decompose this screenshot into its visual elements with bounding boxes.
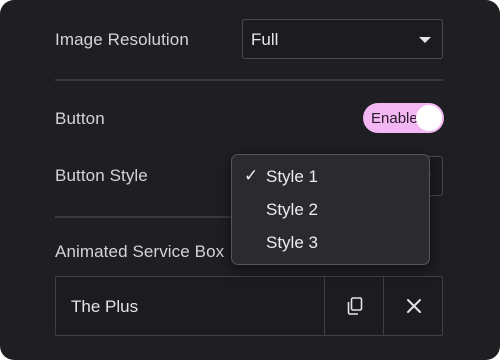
- close-icon: [407, 299, 421, 313]
- repeater-item-title: The Plus: [71, 297, 139, 316]
- button-style-dropdown: ✓ Style 1 Style 2 Style 3: [231, 154, 430, 265]
- option-label: Style 1: [266, 167, 318, 186]
- button-label: Button: [55, 109, 105, 128]
- section-divider: [55, 79, 443, 81]
- dropdown-option-style-3[interactable]: Style 3: [232, 227, 429, 257]
- option-label: Style 2: [266, 200, 318, 219]
- remove-button[interactable]: [383, 277, 443, 335]
- button-enable-toggle[interactable]: Enable: [363, 103, 444, 133]
- toggle-knob: [416, 105, 442, 131]
- image-resolution-value: Full: [251, 30, 279, 49]
- toggle-text: Enable: [371, 110, 418, 127]
- image-resolution-select[interactable]: Full: [242, 19, 443, 59]
- dropdown-option-style-2[interactable]: Style 2: [232, 194, 429, 224]
- copy-icon: [347, 297, 363, 315]
- option-label: Style 3: [266, 233, 318, 252]
- checkmark-icon: ✓: [244, 166, 259, 185]
- repeater-item[interactable]: The Plus: [55, 276, 443, 336]
- caret-down-icon: [419, 37, 431, 43]
- duplicate-button[interactable]: [324, 277, 384, 335]
- section-divider: [55, 216, 231, 218]
- animated-service-box-label: Animated Service Box: [55, 242, 225, 261]
- image-resolution-label: Image Resolution: [55, 30, 189, 49]
- settings-panel: Image Resolution Full Button Enable Butt…: [0, 0, 500, 360]
- dropdown-option-style-1[interactable]: ✓ Style 1: [232, 161, 429, 191]
- button-style-label: Button Style: [55, 166, 148, 185]
